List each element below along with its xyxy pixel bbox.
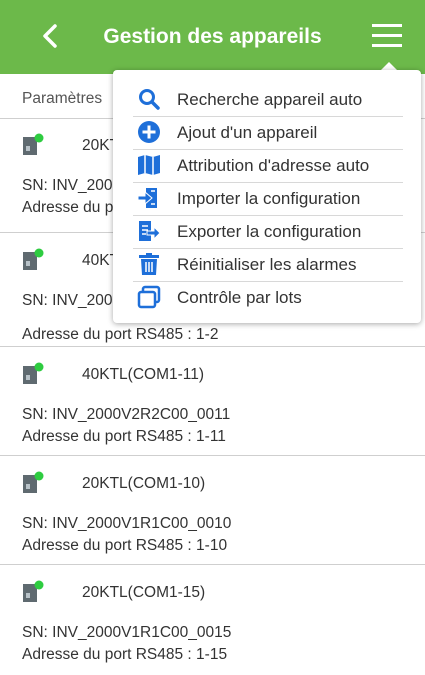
menu-item-add-device[interactable]: Ajout d'un appareil — [113, 116, 421, 149]
device-address: Adresse du port RS485 : 1-15 — [22, 646, 228, 663]
device-item[interactable]: 20KTL(COM1-15) SN: INV_2000V1R1C00_0015 … — [0, 566, 425, 673]
header-bar: Gestion des appareils — [0, 0, 425, 74]
inverter-icon — [23, 248, 44, 270]
overflow-menu: Recherche appareil auto Ajout d'un appar… — [113, 70, 421, 323]
device-address: Adresse du port RS485 : 1-10 — [22, 537, 228, 554]
status-dot — [34, 362, 44, 372]
divider — [0, 455, 425, 456]
map-icon — [138, 155, 160, 175]
menu-item-label: Importer la configuration — [177, 189, 361, 208]
menu-item-label: Exporter la configuration — [177, 222, 362, 241]
menu-item-label: Recherche appareil auto — [177, 90, 363, 109]
device-address: Adresse du port RS485 : 1-11 — [22, 428, 226, 445]
menu-item-label: Contrôle par lots — [177, 288, 302, 307]
divider — [0, 346, 425, 347]
device-name: 40KTL(COM1-11) — [82, 366, 205, 383]
device-item[interactable]: 40KTL(COM1-11) SN: INV_2000V2R2C00_0011 … — [0, 348, 425, 455]
inverter-icon — [23, 133, 44, 155]
hamburger-menu-icon[interactable] — [372, 22, 404, 50]
inverter-icon — [23, 362, 44, 384]
device-sn: SN: INV_2000V1R1C00_0015 — [22, 624, 232, 641]
add-circle-icon — [138, 121, 160, 143]
trash-icon — [139, 253, 159, 275]
menu-item-export-config[interactable]: Exporter la configuration — [113, 215, 421, 248]
inverter-icon — [23, 580, 44, 602]
device-sn: SN: INV_2000V2R2C00_0011 — [22, 406, 231, 423]
export-icon — [139, 221, 161, 241]
status-dot — [34, 471, 44, 481]
inverter-icon — [23, 471, 44, 493]
status-dot — [34, 248, 44, 258]
menu-item-label: Réinitialiser les alarmes — [177, 255, 357, 274]
status-dot — [34, 580, 44, 590]
menu-item-reset-alarms[interactable]: Réinitialiser les alarmes — [113, 248, 421, 281]
divider — [0, 564, 425, 565]
device-name: 20KTL(COM1-15) — [82, 584, 206, 601]
menu-item-label: Attribution d'adresse auto — [177, 156, 370, 175]
page-title: Gestion des appareils — [103, 25, 322, 48]
menu-item-import-config[interactable]: Importer la configuration — [113, 182, 421, 215]
search-icon — [139, 89, 160, 110]
status-dot — [34, 133, 44, 143]
menu-item-batch-control[interactable]: Contrôle par lots — [113, 281, 421, 314]
menu-item-auto-address[interactable]: Attribution d'adresse auto — [113, 149, 421, 182]
device-address: Adresse du port RS485 : 1-2 — [22, 326, 219, 343]
device-name: 20KTL(COM1-10) — [82, 475, 206, 492]
device-item[interactable]: 20KTL(COM1-10) SN: INV_2000V1R1C00_0010 … — [0, 457, 425, 564]
params-label[interactable]: Paramètres — [22, 80, 102, 118]
device-sn: SN: INV_2000V1R1C00_0010 — [22, 515, 232, 532]
menu-item-label: Ajout d'un appareil — [177, 123, 318, 142]
import-icon — [137, 188, 157, 208]
menu-item-auto-search[interactable]: Recherche appareil auto — [113, 83, 421, 116]
batch-control-icon — [137, 285, 161, 309]
